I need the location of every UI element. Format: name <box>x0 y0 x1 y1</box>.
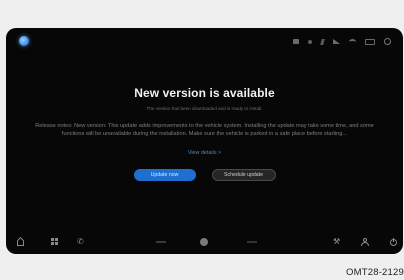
fan-icon[interactable] <box>156 238 166 246</box>
wrench-icon[interactable]: ⚒ <box>333 238 341 246</box>
schedule-update-button[interactable]: Schedule update <box>211 169 276 181</box>
release-notes-text: Release notes: New version: This update … <box>35 123 374 137</box>
brand-logo-icon[interactable] <box>19 36 29 46</box>
home-icon[interactable] <box>17 238 25 246</box>
signal-icon <box>333 39 340 44</box>
display-icon <box>293 39 299 44</box>
mute-icon <box>320 38 325 45</box>
battery-icon <box>365 38 375 45</box>
bottom-bar: ✆ ⚒ <box>6 228 403 254</box>
profile-icon[interactable] <box>361 238 369 246</box>
view-details-link[interactable]: View details > <box>188 150 221 156</box>
update-now-button[interactable]: Update now <box>133 169 196 181</box>
power-icon[interactable] <box>390 238 397 246</box>
light-icon <box>384 38 391 45</box>
dialog-buttons: Update now Schedule update <box>6 169 403 181</box>
wifi-icon <box>349 38 356 45</box>
dot-icon <box>308 39 312 44</box>
media-icon[interactable] <box>200 238 208 246</box>
climate-icon[interactable] <box>247 238 257 246</box>
dialog-subtitle: The version has been downloaded and is r… <box>146 106 263 111</box>
infotainment-screen: New version is available The version has… <box>6 28 403 254</box>
status-icons <box>293 38 391 45</box>
dialog-title: New version is available <box>134 86 275 100</box>
status-bar <box>6 28 403 54</box>
update-dialog: New version is available The version has… <box>6 86 403 181</box>
phone-icon[interactable]: ✆ <box>77 238 85 246</box>
figure-caption: OMT28-2129 <box>346 267 404 278</box>
apps-grid-icon[interactable] <box>51 238 59 246</box>
